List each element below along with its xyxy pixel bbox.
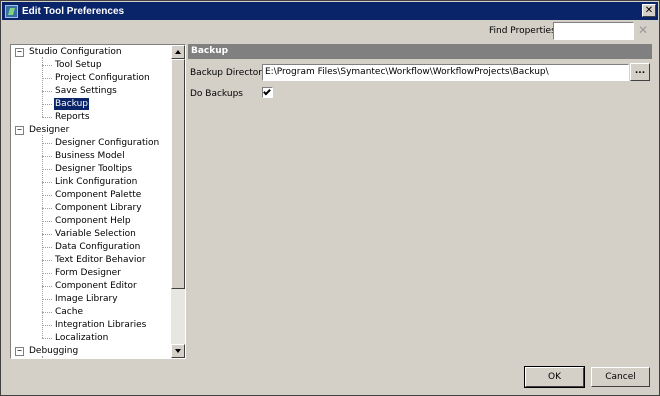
title-bar[interactable]: Edit Tool Preferences ✕ (2, 2, 658, 20)
tree-group[interactable]: Debugging (28, 345, 79, 357)
tree-connector (42, 312, 52, 313)
app-icon (5, 4, 18, 18)
tree-connector (42, 286, 52, 287)
do-backups-label: Do Backups (190, 89, 243, 99)
tree-item[interactable]: Business Model (54, 150, 126, 162)
tree-item[interactable]: Component Library (54, 202, 143, 214)
backup-directory-input[interactable]: E:\Program Files\Symantec\Workflow\Workf… (262, 64, 629, 81)
browse-button[interactable]: ... (630, 63, 650, 81)
tree-connector (42, 57, 43, 117)
tree-connector (42, 221, 52, 222)
tree-item[interactable]: Data Configuration (54, 241, 141, 253)
tree-item[interactable]: Image Library (54, 293, 119, 305)
tree-connector (42, 247, 52, 248)
tree-connector (42, 117, 52, 118)
tree-connector (42, 356, 43, 358)
find-properties-label: Find Properties (489, 26, 556, 36)
checkmark-icon (263, 87, 271, 96)
tree-connector (42, 182, 52, 183)
close-button[interactable]: ✕ (642, 4, 656, 17)
tree-expander-icon[interactable]: − (15, 48, 24, 57)
tree-content: − Studio Configuration Tool Setup Project C… (11, 45, 172, 358)
tree-connector (42, 260, 52, 261)
clear-search-icon[interactable]: ✕ (638, 23, 648, 37)
tree-connector (42, 135, 43, 338)
find-properties-input[interactable] (553, 22, 634, 40)
tree-item[interactable]: Text Editor Behavior (54, 254, 147, 266)
tree-scrollbar[interactable] (171, 45, 185, 358)
tree-connector (42, 91, 52, 92)
tree-connector (42, 78, 52, 79)
tree-group[interactable]: Designer (28, 124, 70, 136)
tree-item[interactable]: Backup (54, 98, 89, 110)
tree-connector (42, 208, 52, 209)
tree-item[interactable]: Designer Tooltips (54, 163, 133, 175)
scroll-thumb[interactable] (171, 59, 185, 289)
tree-connector (42, 234, 52, 235)
tree-item[interactable]: Component Help (54, 215, 132, 227)
tree-item[interactable]: Designer Configuration (54, 137, 160, 149)
tree-connector (42, 65, 52, 66)
tree-item[interactable]: Form Designer (54, 267, 122, 279)
tree-connector (42, 169, 52, 170)
section-header: Backup (188, 44, 652, 59)
tree-item[interactable]: Localization (54, 332, 109, 344)
tree-item[interactable]: Variable Selection (54, 228, 137, 240)
preferences-tree[interactable]: − Studio Configuration Tool Setup Project C… (10, 44, 186, 359)
scroll-down-button[interactable] (171, 344, 185, 358)
window-title: Edit Tool Preferences (22, 5, 125, 17)
tree-connector (42, 338, 52, 339)
tree-item[interactable]: Component Palette (54, 189, 142, 201)
arrow-up-icon (175, 50, 181, 54)
tree-connector (42, 195, 52, 196)
arrow-down-icon (175, 349, 181, 353)
tree-connector (42, 273, 52, 274)
scroll-up-button[interactable] (171, 45, 185, 59)
tree-expander-icon[interactable]: − (15, 347, 24, 356)
tree-item[interactable]: Project Configuration (54, 72, 151, 84)
tree-item[interactable]: Cache (54, 306, 84, 318)
tree-connector (42, 104, 52, 105)
tree-connector (42, 325, 52, 326)
cancel-button[interactable]: Cancel (591, 367, 650, 387)
do-backups-checkbox[interactable] (262, 87, 273, 98)
tree-expander-icon[interactable]: − (15, 126, 24, 135)
tree-item[interactable]: Component Editor (54, 280, 138, 292)
tree-item[interactable]: Save Settings (54, 85, 118, 97)
tree-item[interactable]: Integration Libraries (54, 319, 147, 331)
tree-item[interactable]: Link Configuration (54, 176, 138, 188)
backup-directory-label: Backup Directory (190, 68, 268, 78)
tree-connector (42, 143, 52, 144)
tree-connector (42, 299, 52, 300)
tree-item[interactable]: Reports (54, 111, 91, 123)
tree-item[interactable]: Tool Setup (54, 59, 103, 71)
ok-button[interactable]: OK (524, 366, 585, 388)
tree-connector (42, 156, 52, 157)
